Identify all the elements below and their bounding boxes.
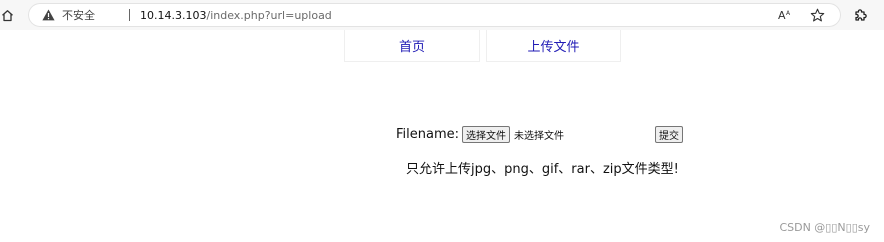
- home-button[interactable]: [0, 6, 14, 24]
- browser-window: 不安全 10.14.3.103/index.php?url=upload A A: [0, 0, 884, 242]
- address-divider: [129, 9, 130, 21]
- home-icon: [1, 9, 13, 21]
- nav-link-upload[interactable]: 上传文件: [486, 30, 621, 62]
- filename-label: Filename:: [396, 126, 460, 142]
- choose-file-button[interactable]: 选择文件: [462, 125, 511, 143]
- file-status-text: 未选择文件: [514, 130, 565, 142]
- warning-triangle-icon: [41, 8, 55, 22]
- url-text[interactable]: 10.14.3.103/index.php?url=upload: [140, 3, 332, 27]
- url-path: /index.php?url=upload: [206, 8, 332, 22]
- security-indicator[interactable]: 不安全: [41, 3, 95, 27]
- upload-form: Filename: 选择文件 未选择文件 提交: [396, 124, 684, 144]
- submit-button[interactable]: 提交: [655, 125, 684, 143]
- svg-text:A: A: [778, 9, 786, 22]
- extensions-button[interactable]: [851, 6, 869, 24]
- star-icon: [810, 8, 824, 21]
- favorite-button[interactable]: [809, 7, 825, 23]
- svg-text:A: A: [786, 10, 791, 17]
- security-label: 不安全: [62, 9, 95, 22]
- address-bar[interactable]: 不安全 10.14.3.103/index.php?url=upload A A: [28, 3, 841, 27]
- browser-toolbar: 不安全 10.14.3.103/index.php?url=upload A A: [0, 0, 884, 30]
- read-aloud-icon[interactable]: A A: [778, 7, 794, 23]
- nav-link-home[interactable]: 首页: [344, 30, 480, 62]
- watermark: CSDN @▯▯N▯▯sy: [779, 221, 870, 234]
- url-host: 10.14.3.103: [140, 8, 207, 22]
- upload-restriction-notice: 只允许上传jpg、png、gif、rar、zip文件类型!: [406, 162, 679, 177]
- puzzle-icon: [854, 8, 867, 21]
